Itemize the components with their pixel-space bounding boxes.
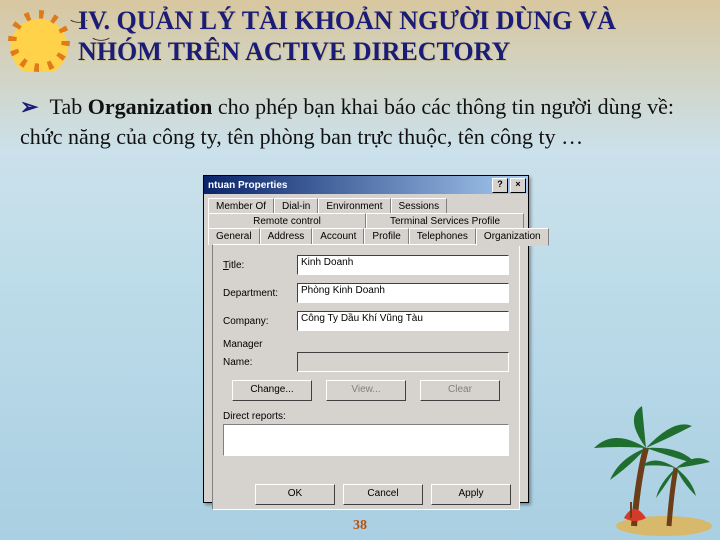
- title-input[interactable]: Kinh Doanh: [297, 255, 509, 275]
- cancel-button[interactable]: Cancel: [343, 484, 423, 505]
- tab-remote-control[interactable]: Remote control: [208, 213, 366, 229]
- ok-button[interactable]: OK: [255, 484, 335, 505]
- tab-profile[interactable]: Profile: [364, 228, 408, 245]
- manager-name-label: Name:: [223, 357, 297, 368]
- bullet-text: ➢ Tab Organization cho phép bạn khai báo…: [20, 92, 680, 151]
- title-label: Title:: [223, 260, 297, 271]
- tab-member-of[interactable]: Member Of: [208, 198, 274, 214]
- tab-general[interactable]: General: [208, 228, 260, 245]
- tab-strip: Member Of Dial-in Environment Sessions R…: [204, 194, 528, 510]
- bullet-bold: Organization: [88, 94, 213, 119]
- tab-terminal-services-profile[interactable]: Terminal Services Profile: [366, 213, 524, 229]
- apply-button[interactable]: Apply: [431, 484, 511, 505]
- slide: ︶ ︶ IV. QUẢN LÝ TÀI KHOẢN NGƯỜI DÙNG VÀ …: [0, 0, 720, 540]
- close-button[interactable]: ×: [510, 178, 526, 193]
- clear-button[interactable]: Clear: [420, 380, 500, 401]
- view-button[interactable]: View...: [326, 380, 406, 401]
- manager-group-label: Manager: [223, 339, 509, 350]
- tab-dial-in[interactable]: Dial-in: [274, 198, 318, 214]
- direct-reports-list[interactable]: [223, 424, 509, 456]
- tab-address[interactable]: Address: [260, 228, 313, 245]
- direct-reports-label: Direct reports:: [223, 411, 509, 422]
- slide-heading: IV. QUẢN LÝ TÀI KHOẢN NGƯỜI DÙNG VÀ NHÓM…: [78, 6, 678, 67]
- department-label: Department:: [223, 288, 297, 299]
- dialog-titlebar[interactable]: ntuan Properties ? ×: [204, 176, 528, 194]
- tab-account[interactable]: Account: [312, 228, 364, 245]
- bullet-arrow-icon: ➢: [20, 94, 38, 119]
- bullet-prefix: Tab: [50, 94, 88, 119]
- organization-pane: Title: Kinh Doanh Department: Phòng Kinh…: [212, 244, 520, 510]
- tab-sessions[interactable]: Sessions: [391, 198, 448, 214]
- dialog-title: ntuan Properties: [208, 180, 287, 191]
- tab-organization[interactable]: Organization: [476, 228, 549, 246]
- manager-name-input[interactable]: [297, 352, 509, 372]
- tab-environment[interactable]: Environment: [318, 198, 390, 214]
- department-input[interactable]: Phòng Kinh Doanh: [297, 283, 509, 303]
- properties-dialog: ntuan Properties ? × Member Of Dial-in E…: [203, 175, 529, 503]
- help-button[interactable]: ?: [492, 178, 508, 193]
- change-button[interactable]: Change...: [232, 380, 312, 401]
- palm-tree-decoration: [564, 398, 714, 538]
- sun-decoration: [8, 10, 70, 72]
- company-label: Company:: [223, 316, 297, 327]
- company-input[interactable]: Công Ty Dầu Khí Vũng Tàu: [297, 311, 509, 331]
- tab-telephones[interactable]: Telephones: [409, 228, 476, 245]
